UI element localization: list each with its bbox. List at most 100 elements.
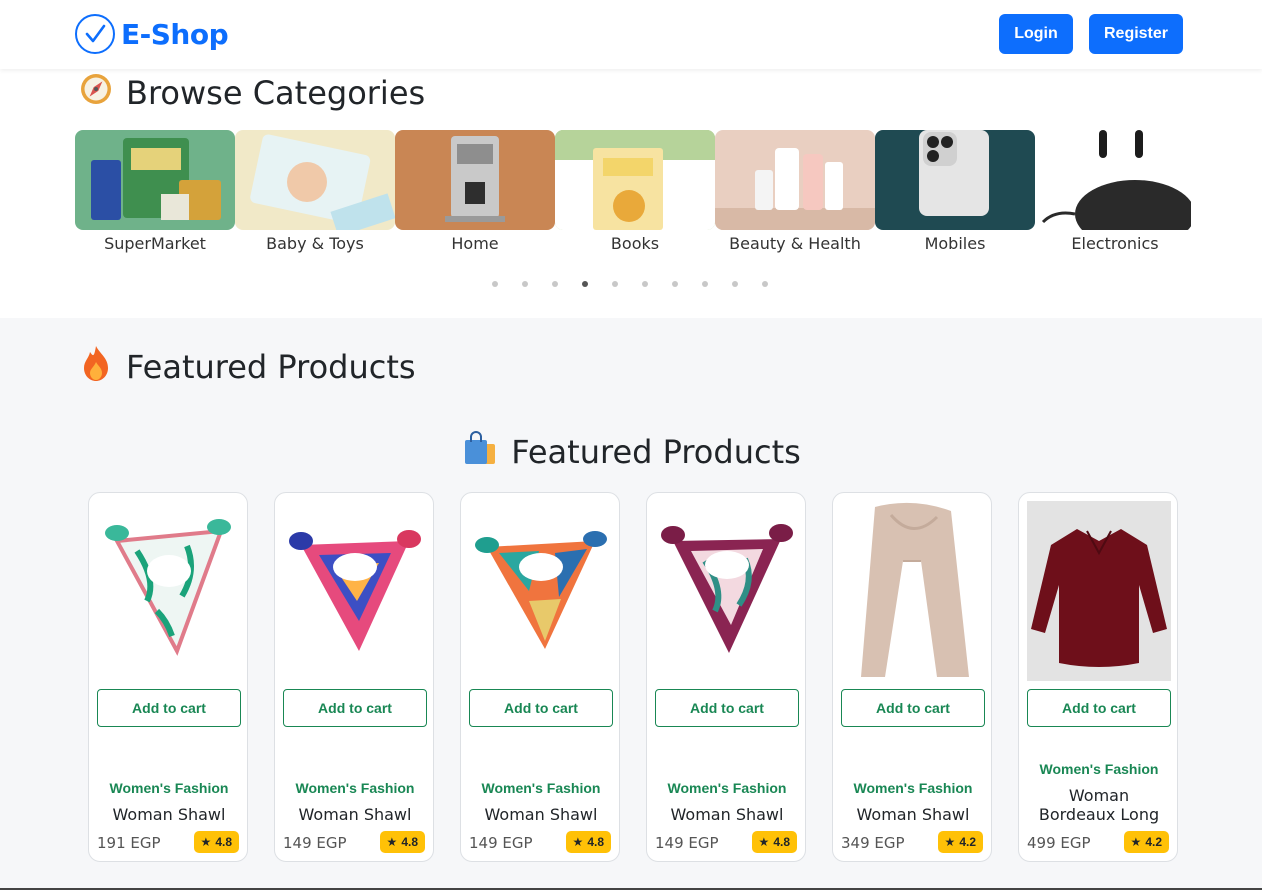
category-image xyxy=(875,130,1035,230)
product-title[interactable]: Woman Shawl xyxy=(647,805,807,824)
shopping-bag-icon xyxy=(461,430,497,474)
carousel-dot[interactable] xyxy=(642,281,648,287)
star-icon: ★ xyxy=(200,835,212,849)
category-image xyxy=(1035,130,1191,230)
rating-value: 4.2 xyxy=(959,835,976,849)
rating-value: 4.8 xyxy=(401,835,418,849)
category-label: Electronics xyxy=(1071,234,1159,253)
rating-badge: ★ 4.8 xyxy=(565,831,611,853)
product-category[interactable]: Women's Fashion xyxy=(89,780,249,796)
product-title[interactable]: Woman Bordeaux Long xyxy=(1019,786,1179,824)
product-card[interactable]: Add to cart Women's Fashion Woman Shawl … xyxy=(460,492,620,862)
carousel-dot[interactable] xyxy=(762,281,768,287)
carousel-dot[interactable] xyxy=(492,281,498,287)
category-home[interactable]: Home xyxy=(395,130,555,260)
category-books[interactable]: Books xyxy=(555,130,715,260)
register-button[interactable]: Register xyxy=(1089,14,1183,54)
add-to-cart-button[interactable]: Add to cart xyxy=(97,689,241,727)
product-card[interactable]: Add to cart Women's Fashion Woman Bordea… xyxy=(1018,492,1178,862)
category-supermarket[interactable]: SuperMarket xyxy=(75,130,235,260)
rating-badge: ★ 4.8 xyxy=(379,831,425,853)
category-image xyxy=(715,130,875,230)
product-category[interactable]: Women's Fashion xyxy=(833,780,993,796)
compass-icon xyxy=(78,71,114,115)
product-card[interactable]: Add to cart Women's Fashion Woman Shawl … xyxy=(832,492,992,862)
category-label: Baby & Toys xyxy=(266,234,364,253)
featured-products-section: Featured Products Featured Products Add … xyxy=(0,318,1262,890)
product-image[interactable] xyxy=(1027,501,1171,681)
product-image[interactable] xyxy=(655,501,799,681)
rating-badge: ★ 4.2 xyxy=(937,831,983,853)
category-label: Home xyxy=(451,234,499,253)
categories-carousel[interactable]: SuperMarket Baby & Toys Home Books Beaut… xyxy=(75,130,1191,260)
category-image xyxy=(75,130,235,230)
carousel-dot[interactable] xyxy=(522,281,528,287)
product-price: 349 EGP xyxy=(841,834,905,852)
rating-badge: ★ 4.8 xyxy=(193,831,239,853)
add-to-cart-button[interactable]: Add to cart xyxy=(655,689,799,727)
star-icon: ★ xyxy=(572,835,584,849)
carousel-dot[interactable] xyxy=(732,281,738,287)
rating-badge: ★ 4.8 xyxy=(751,831,797,853)
product-title[interactable]: Woman Shawl xyxy=(275,805,435,824)
featured-products-title: Featured Products xyxy=(126,348,416,386)
product-title[interactable]: Woman Shawl xyxy=(461,805,621,824)
category-label: Mobiles xyxy=(924,234,986,253)
category-baby-toys[interactable]: Baby & Toys xyxy=(235,130,395,260)
featured-products-subtitle: Featured Products xyxy=(511,433,801,471)
brand-name: E-Shop xyxy=(121,17,229,51)
rating-value: 4.8 xyxy=(587,835,604,849)
product-image[interactable] xyxy=(283,501,427,681)
product-price: 149 EGP xyxy=(283,834,347,852)
product-category[interactable]: Women's Fashion xyxy=(647,780,807,796)
fire-icon xyxy=(78,344,114,390)
product-image[interactable] xyxy=(841,501,985,681)
brand-logo[interactable]: E-Shop xyxy=(75,14,229,54)
navbar: E-Shop Login Register xyxy=(0,0,1262,69)
product-image[interactable] xyxy=(97,501,241,681)
add-to-cart-button[interactable]: Add to cart xyxy=(1027,689,1171,727)
product-card[interactable]: Add to cart Women's Fashion Woman Shawl … xyxy=(274,492,434,862)
product-price: 149 EGP xyxy=(469,834,533,852)
category-beauty-health[interactable]: Beauty & Health xyxy=(715,130,875,260)
carousel-dot[interactable] xyxy=(612,281,618,287)
star-icon: ★ xyxy=(758,835,770,849)
carousel-dot-active[interactable] xyxy=(582,281,588,287)
product-category[interactable]: Women's Fashion xyxy=(275,780,435,796)
rating-value: 4.2 xyxy=(1145,835,1162,849)
browse-categories-title: Browse Categories xyxy=(126,74,426,112)
carousel-dots xyxy=(492,281,768,287)
product-title[interactable]: Woman Shawl xyxy=(833,805,993,824)
product-card[interactable]: Add to cart Women's Fashion Woman Shawl … xyxy=(88,492,248,862)
carousel-dot[interactable] xyxy=(672,281,678,287)
add-to-cart-button[interactable]: Add to cart xyxy=(469,689,613,727)
product-category[interactable]: Women's Fashion xyxy=(461,780,621,796)
category-label: Books xyxy=(610,234,660,253)
product-image[interactable] xyxy=(469,501,613,681)
category-mobiles[interactable]: Mobiles xyxy=(875,130,1035,260)
add-to-cart-button[interactable]: Add to cart xyxy=(841,689,985,727)
rating-value: 4.8 xyxy=(215,835,232,849)
category-label: SuperMarket xyxy=(104,234,206,253)
category-electronics[interactable]: Electronics xyxy=(1035,130,1191,260)
browse-categories-heading: Browse Categories xyxy=(78,71,425,115)
rating-badge: ★ 4.2 xyxy=(1123,831,1169,853)
product-price: 499 EGP xyxy=(1027,834,1091,852)
product-price: 149 EGP xyxy=(655,834,719,852)
carousel-dot[interactable] xyxy=(702,281,708,287)
category-label: Beauty & Health xyxy=(729,234,861,253)
category-image xyxy=(555,130,715,230)
category-image xyxy=(395,130,555,230)
product-title[interactable]: Woman Shawl xyxy=(89,805,249,824)
star-icon: ★ xyxy=(944,835,956,849)
star-icon: ★ xyxy=(386,835,398,849)
carousel-dot[interactable] xyxy=(552,281,558,287)
rating-value: 4.8 xyxy=(773,835,790,849)
login-button[interactable]: Login xyxy=(999,14,1073,54)
product-category[interactable]: Women's Fashion xyxy=(1019,761,1179,777)
featured-products-heading: Featured Products xyxy=(78,344,416,390)
product-card[interactable]: Add to cart Women's Fashion Woman Shawl … xyxy=(646,492,806,862)
check-circle-icon xyxy=(75,14,115,54)
add-to-cart-button[interactable]: Add to cart xyxy=(283,689,427,727)
product-price: 191 EGP xyxy=(97,834,161,852)
